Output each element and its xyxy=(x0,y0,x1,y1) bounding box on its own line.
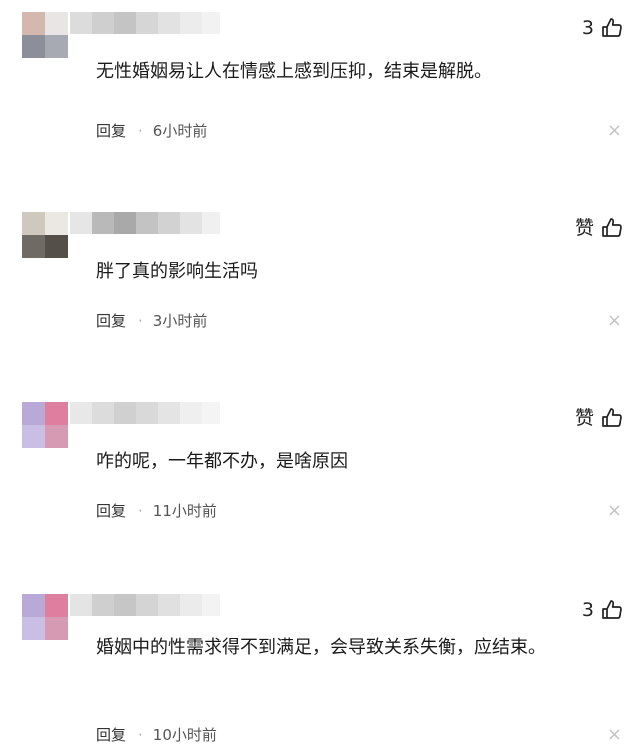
avatar[interactable] xyxy=(22,402,68,448)
avatar-pixel xyxy=(45,35,68,58)
name-pixel xyxy=(158,594,180,616)
avatar[interactable] xyxy=(22,212,68,258)
name-pixel xyxy=(202,402,220,424)
name-pixel xyxy=(158,402,180,424)
name-pixel xyxy=(114,12,136,34)
reply-button[interactable]: 回复 xyxy=(96,310,126,331)
name-pixel xyxy=(92,212,114,234)
username-blurred[interactable] xyxy=(70,594,220,616)
like-button[interactable]: 3 xyxy=(582,598,624,622)
name-pixel xyxy=(136,402,158,424)
name-pixel xyxy=(136,212,158,234)
name-pixel xyxy=(180,402,202,424)
separator-dot: · xyxy=(138,311,143,330)
comment-text: 胖了真的影响生活吗 xyxy=(96,261,258,282)
thumbs-up-icon xyxy=(602,218,622,237)
name-pixel xyxy=(202,212,220,234)
name-pixel xyxy=(70,402,92,424)
separator-dot: · xyxy=(138,121,143,140)
comment-list: 3 无性婚姻易让人在情感上感到压抑，结束是解脱。 回复 · 6小时前 × 赞 胖… xyxy=(0,0,640,746)
comment-item: 赞 胖了真的影响生活吗 回复 · 3小时前 × xyxy=(0,210,640,380)
timestamp: 10小时前 xyxy=(152,726,217,744)
username-blurred[interactable] xyxy=(70,12,220,34)
thumbs-up-icon xyxy=(602,408,622,427)
comment-text: 婚姻中的性需求得不到满足，会导致关系失衡，应结束。 xyxy=(96,637,546,658)
timestamp: 3小时前 xyxy=(152,312,208,330)
timestamp: 11小时前 xyxy=(152,502,217,520)
thumbs-up-icon xyxy=(602,600,622,619)
separator-dot: · xyxy=(138,725,143,744)
avatar-pixel xyxy=(22,425,45,448)
name-pixel xyxy=(92,402,114,424)
name-pixel xyxy=(202,594,220,616)
comment-item: 3 无性婚姻易让人在情感上感到压抑，结束是解脱。 回复 · 6小时前 × xyxy=(0,10,640,190)
avatar-pixel xyxy=(45,402,68,425)
avatar[interactable] xyxy=(22,594,68,640)
name-pixel xyxy=(158,212,180,234)
avatar[interactable] xyxy=(22,12,68,58)
close-icon[interactable]: × xyxy=(607,502,622,520)
avatar-pixel xyxy=(45,212,68,235)
comment-meta: 回复 · 10小时前 xyxy=(96,724,217,745)
comment-meta: 回复 · 3小时前 xyxy=(96,310,207,331)
name-pixel xyxy=(114,212,136,234)
name-pixel xyxy=(158,12,180,34)
close-icon[interactable]: × xyxy=(607,726,622,744)
avatar-pixel xyxy=(45,12,68,35)
like-label: 赞 xyxy=(574,407,594,429)
avatar-pixel xyxy=(45,235,68,258)
comment-meta: 回复 · 6小时前 xyxy=(96,120,207,141)
avatar-pixel xyxy=(22,594,45,617)
avatar-pixel xyxy=(45,617,68,640)
name-pixel xyxy=(70,212,92,234)
avatar-pixel xyxy=(22,12,45,35)
avatar-pixel xyxy=(45,594,68,617)
like-button[interactable]: 赞 xyxy=(575,216,624,240)
comment-item: 3 婚姻中的性需求得不到满足，会导致关系失衡，应结束。 回复 · 10小时前 × xyxy=(0,592,640,746)
like-button[interactable]: 3 xyxy=(582,16,624,40)
close-icon[interactable]: × xyxy=(607,122,622,140)
name-pixel xyxy=(136,594,158,616)
name-pixel xyxy=(70,594,92,616)
timestamp: 6小时前 xyxy=(152,122,208,140)
name-pixel xyxy=(180,12,202,34)
like-button[interactable]: 赞 xyxy=(575,406,624,430)
like-count: 3 xyxy=(581,599,594,621)
avatar-pixel xyxy=(45,425,68,448)
comment-meta: 回复 · 11小时前 xyxy=(96,500,217,521)
reply-button[interactable]: 回复 xyxy=(96,724,126,745)
comment-text: 咋的呢，一年都不办，是啥原因 xyxy=(96,451,348,472)
close-icon[interactable]: × xyxy=(607,312,622,330)
name-pixel xyxy=(114,402,136,424)
thumbs-up-icon xyxy=(602,18,622,37)
like-count: 3 xyxy=(581,17,594,39)
avatar-pixel xyxy=(22,402,45,425)
name-pixel xyxy=(92,594,114,616)
name-pixel xyxy=(92,12,114,34)
comment-text: 无性婚姻易让人在情感上感到压抑，结束是解脱。 xyxy=(96,61,492,82)
name-pixel xyxy=(180,594,202,616)
like-label: 赞 xyxy=(574,217,594,239)
username-blurred[interactable] xyxy=(70,212,220,234)
name-pixel xyxy=(202,12,220,34)
name-pixel xyxy=(136,12,158,34)
separator-dot: · xyxy=(138,501,143,520)
avatar-pixel xyxy=(22,617,45,640)
name-pixel xyxy=(70,12,92,34)
reply-button[interactable]: 回复 xyxy=(96,500,126,521)
reply-button[interactable]: 回复 xyxy=(96,120,126,141)
avatar-pixel xyxy=(22,235,45,258)
comment-item: 赞 咋的呢，一年都不办，是啥原因 回复 · 11小时前 × xyxy=(0,400,640,570)
username-blurred[interactable] xyxy=(70,402,220,424)
name-pixel xyxy=(114,594,136,616)
avatar-pixel xyxy=(22,35,45,58)
name-pixel xyxy=(180,212,202,234)
avatar-pixel xyxy=(22,212,45,235)
